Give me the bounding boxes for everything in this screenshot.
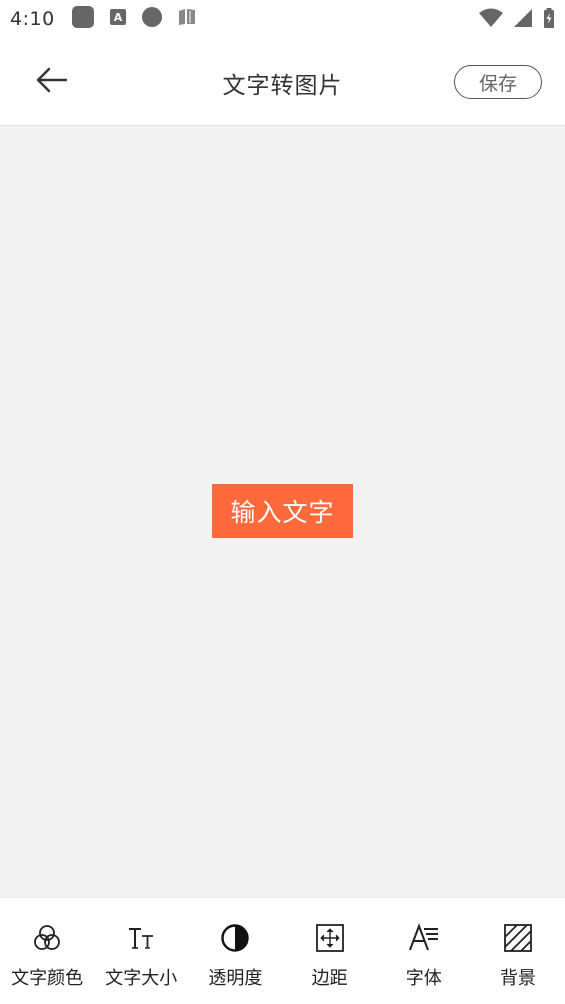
app-bar: 文字转图片 保存 — [0, 38, 565, 126]
status-icons-right — [479, 8, 555, 32]
status-time: 4:10 — [10, 8, 55, 30]
circle-dot-icon — [141, 6, 163, 32]
tool-label: 文字大小 — [105, 968, 178, 989]
status-bar: 4:10 A — [0, 0, 565, 38]
tool-label: 字体 — [405, 968, 442, 989]
tool-background[interactable]: 背景 — [471, 898, 565, 1004]
tool-opacity[interactable]: 透明度 — [188, 898, 282, 1004]
canvas-area[interactable]: 输入文字 — [0, 126, 565, 897]
tool-label: 文字颜色 — [11, 968, 84, 989]
status-icons-left: A — [71, 5, 197, 33]
text-block[interactable]: 输入文字 — [212, 484, 353, 538]
tool-padding[interactable]: 边距 — [283, 898, 377, 1004]
tool-label: 透明度 — [208, 968, 263, 989]
background-icon — [502, 922, 534, 954]
battery-charging-icon — [543, 8, 555, 32]
color-circles-icon — [31, 922, 63, 954]
bottom-toolbar: 文字颜色 文字大小 透明度 边距 字体 背景 — [0, 897, 565, 1004]
text-size-icon — [125, 922, 157, 954]
tool-label: 边距 — [311, 968, 348, 989]
tool-text-size[interactable]: 文字大小 — [94, 898, 188, 1004]
tool-text-color[interactable]: 文字颜色 — [0, 898, 94, 1004]
padding-icon — [314, 922, 346, 954]
app-square-icon — [71, 5, 95, 33]
tool-font[interactable]: 字体 — [377, 898, 471, 1004]
save-button[interactable]: 保存 — [454, 65, 542, 99]
tool-label: 背景 — [499, 968, 536, 989]
font-icon — [408, 922, 440, 954]
wifi-icon — [479, 8, 503, 32]
a-notification-icon: A — [109, 8, 127, 30]
book-icon — [177, 8, 197, 30]
opacity-icon — [219, 922, 251, 954]
svg-text:A: A — [113, 11, 122, 24]
signal-icon — [513, 8, 533, 32]
